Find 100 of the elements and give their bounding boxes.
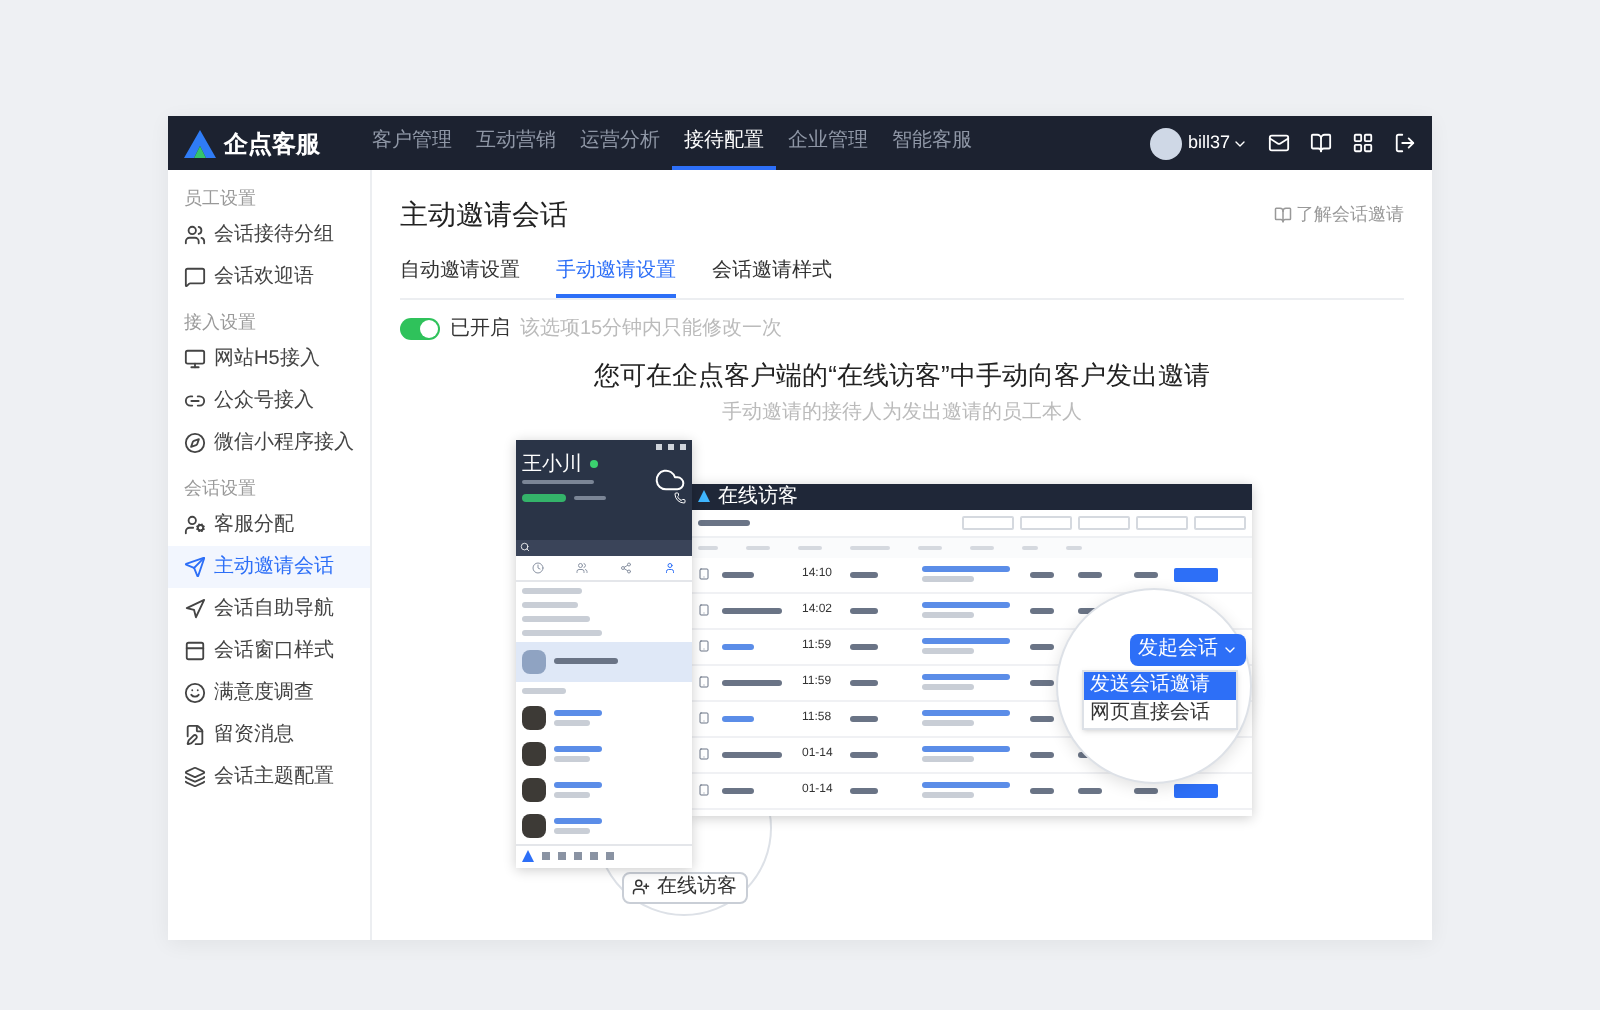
sidebar-item[interactable]: 网站H5接入 — [168, 338, 370, 380]
text-line — [1030, 715, 1054, 721]
nav-tab[interactable]: 运营分析 — [568, 116, 672, 170]
text-line — [922, 782, 1010, 788]
filter-dropdown[interactable] — [1136, 515, 1188, 529]
text-line — [522, 479, 594, 483]
contact-name: 王小川 — [522, 453, 582, 475]
text-line — [850, 607, 878, 613]
nav-tab[interactable]: 互动营销 — [464, 116, 568, 170]
text-line — [722, 787, 754, 793]
text-line — [922, 674, 1010, 680]
sidebar-item[interactable]: 会话自助导航 — [168, 588, 370, 630]
device-icon — [698, 712, 710, 724]
text-line — [554, 709, 602, 715]
text-line — [1066, 545, 1082, 549]
text-line — [922, 710, 1010, 716]
text-line — [922, 638, 1010, 644]
menu-icon — [184, 224, 206, 246]
filter-dropdown[interactable] — [1194, 515, 1246, 529]
text-line — [1030, 571, 1054, 577]
start-chat-button[interactable] — [1174, 567, 1218, 581]
nav-tab[interactable]: 智能客服 — [880, 116, 984, 170]
sidebar-item[interactable]: 公众号接入 — [168, 380, 370, 422]
nav-tab[interactable]: 客户管理 — [360, 116, 464, 170]
toggle-switch[interactable] — [400, 318, 440, 340]
sidebar-item[interactable]: 微信小程序接入 — [168, 422, 370, 464]
sidebar-item[interactable]: 主动邀请会话 — [168, 546, 370, 588]
sidebar-item[interactable]: 会话主题配置 — [168, 756, 370, 798]
menu-item[interactable]: 网页直接会话 — [1084, 699, 1236, 727]
text-line — [746, 545, 770, 549]
avatar — [522, 777, 546, 801]
text-line — [1030, 643, 1054, 649]
filter-dropdown[interactable] — [962, 515, 1014, 529]
mail-icon[interactable] — [1268, 132, 1290, 154]
sidebar-section-title: 员工设置 — [182, 186, 258, 212]
menu-item[interactable]: 发送会话邀请 — [1084, 671, 1236, 699]
text-line — [922, 746, 1010, 752]
network-icon[interactable] — [620, 561, 632, 573]
menu-icon — [184, 432, 206, 454]
text-line — [554, 755, 590, 761]
online-visitors-button[interactable]: 在线访客 — [621, 871, 747, 903]
device-icon — [698, 604, 710, 616]
menu-icon — [184, 556, 206, 578]
text-line — [850, 787, 878, 793]
text-line — [698, 519, 750, 525]
start-chat-button[interactable]: 发起会话 — [1130, 633, 1246, 665]
logout-icon[interactable] — [1394, 132, 1416, 154]
text-line — [522, 601, 578, 607]
menu-icon — [184, 682, 206, 704]
search-icon — [520, 542, 530, 552]
sidebar-item[interactable]: 留资消息 — [168, 714, 370, 756]
toggle-hint: 该选项15分钟内只能修改一次 — [520, 315, 783, 344]
text-line — [970, 545, 994, 549]
sidebar-item[interactable]: 会话欢迎语 — [168, 256, 370, 298]
text-line — [1030, 751, 1054, 757]
sidebar-item[interactable]: 会话接待分组 — [168, 214, 370, 256]
tab[interactable]: 手动邀请设置 — [556, 256, 676, 298]
text-line — [922, 684, 974, 690]
tab[interactable]: 自动邀请设置 — [400, 256, 520, 298]
book-icon[interactable] — [1310, 132, 1332, 154]
text-line — [554, 791, 590, 797]
menu-icon — [184, 514, 206, 536]
text-line — [522, 615, 590, 621]
text-line — [722, 751, 782, 757]
nav-tab[interactable]: 企业管理 — [776, 116, 880, 170]
menu-icon — [184, 640, 206, 662]
device-icon — [698, 784, 710, 796]
tab[interactable]: 会话邀请样式 — [712, 256, 832, 298]
user-menu[interactable]: bill37 — [1187, 129, 1248, 157]
text-line — [522, 687, 566, 693]
sidebar-item[interactable]: 会话窗口样式 — [168, 630, 370, 672]
text-line — [850, 545, 890, 549]
sidebar-item[interactable]: 客服分配 — [168, 504, 370, 546]
filter-dropdown[interactable] — [1020, 515, 1072, 529]
avatar — [522, 649, 546, 673]
user-icon[interactable] — [664, 561, 676, 573]
device-icon — [698, 640, 710, 652]
text-line — [554, 827, 590, 833]
user-avatar — [1149, 127, 1182, 159]
text-line — [1030, 787, 1054, 793]
sidebar-section-title: 会话设置 — [182, 476, 258, 502]
text-line — [722, 607, 782, 613]
filter-dropdown[interactable] — [1078, 515, 1130, 529]
start-chat-button[interactable] — [1174, 783, 1218, 797]
text-line — [922, 648, 974, 654]
logo-text: 企点客服 — [224, 127, 320, 161]
clock-icon[interactable] — [532, 561, 544, 573]
nav-tab[interactable]: 接待配置 — [672, 116, 776, 170]
page-title: 主动邀请会话 — [400, 196, 568, 234]
text-line — [922, 756, 974, 762]
menu-icon — [184, 390, 206, 412]
grid-icon[interactable] — [1352, 132, 1374, 154]
text-line — [922, 792, 974, 798]
text-line — [922, 602, 1010, 608]
text-line — [922, 566, 1010, 572]
contacts-icon[interactable] — [576, 561, 588, 573]
sidebar-item[interactable]: 满意度调查 — [168, 672, 370, 714]
text-line — [850, 751, 878, 757]
text-line — [1134, 571, 1158, 577]
text-line — [850, 715, 878, 721]
